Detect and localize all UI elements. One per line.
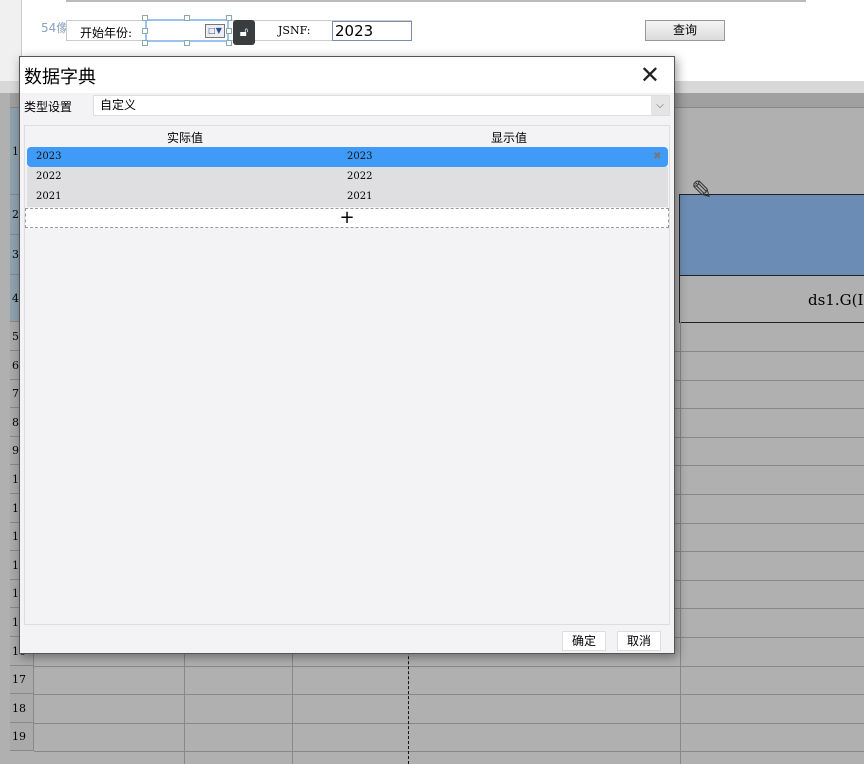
display-value[interactable]: 2021 — [347, 191, 372, 202]
row-header[interactable]: 19 — [10, 723, 34, 751]
column-header-display: 显示值 — [490, 131, 527, 145]
type-select[interactable]: 自定义 ⌵ — [93, 95, 670, 116]
resize-handle[interactable] — [226, 28, 232, 34]
top-toolbar-edge — [66, 0, 806, 2]
display-value[interactable]: 2023 — [347, 151, 372, 162]
table-row[interactable]: 2023 2023 ✖ — [27, 147, 668, 167]
selected-cells[interactable] — [680, 195, 864, 275]
actual-value[interactable]: 2022 — [36, 171, 61, 182]
dropdown-arrow-icon[interactable]: □▼ — [205, 24, 225, 38]
resize-handle[interactable] — [184, 15, 190, 21]
resize-handle[interactable] — [226, 15, 232, 21]
table-row[interactable]: 2022 2022 — [27, 167, 668, 187]
ok-button[interactable]: 确定 — [562, 631, 606, 651]
table-row[interactable]: 2021 2021 — [27, 187, 668, 207]
actual-value[interactable]: 2023 — [36, 151, 61, 162]
resize-handle[interactable] — [142, 28, 148, 34]
close-icon[interactable]: ✕ — [640, 61, 660, 89]
cancel-button[interactable]: 取消 — [617, 631, 661, 651]
resize-handle[interactable] — [226, 40, 232, 46]
query-button[interactable]: 查询 — [645, 20, 725, 41]
pencil-icon[interactable]: ✎ — [691, 176, 713, 206]
row-header[interactable]: 17 — [10, 666, 34, 694]
dictionary-table: 实际值 显示值 2023 2023 ✖ 2022 2022 2021 2021 … — [24, 125, 670, 625]
jsnf-label: JSNF: — [278, 24, 311, 37]
type-setting-label: 类型设置 — [24, 100, 73, 114]
grid-line — [34, 666, 864, 667]
delete-row-icon[interactable]: ✖ — [653, 151, 661, 162]
grid-line — [34, 694, 864, 695]
grid-line — [34, 723, 864, 724]
type-select-value: 自定义 — [100, 98, 137, 112]
resize-handle[interactable] — [142, 40, 148, 46]
actual-value[interactable]: 2021 — [36, 191, 61, 202]
chevron-down-icon[interactable]: ⌵ — [651, 96, 669, 115]
start-year-label: 开始年份: — [80, 26, 133, 40]
cell-border — [679, 194, 680, 323]
grid-line — [680, 322, 681, 764]
start-year-combo[interactable]: □▼ — [145, 19, 229, 42]
dialog-title: 数据字典 — [24, 67, 96, 88]
row-header[interactable]: 18 — [10, 694, 34, 723]
dialog-titlebar[interactable] — [20, 57, 674, 93]
data-dictionary-dialog: 数据字典 ✕ 类型设置 自定义 ⌵ 实际值 显示值 2023 2023 ✖ 20… — [19, 56, 675, 654]
unlock-icon[interactable]: 🔓︎ — [233, 20, 255, 45]
cell-border — [680, 275, 864, 276]
resize-handle[interactable] — [142, 15, 148, 21]
column-header-actual: 实际值 — [166, 131, 203, 145]
cell-border — [680, 322, 864, 323]
grid-line — [34, 751, 864, 752]
resize-handle[interactable] — [184, 40, 190, 46]
jsnf-input[interactable]: 2023 — [332, 21, 412, 41]
display-value[interactable]: 2022 — [347, 171, 372, 182]
add-row-button[interactable]: + — [25, 208, 669, 228]
cell-formula[interactable]: ds1.G(I — [808, 291, 863, 309]
